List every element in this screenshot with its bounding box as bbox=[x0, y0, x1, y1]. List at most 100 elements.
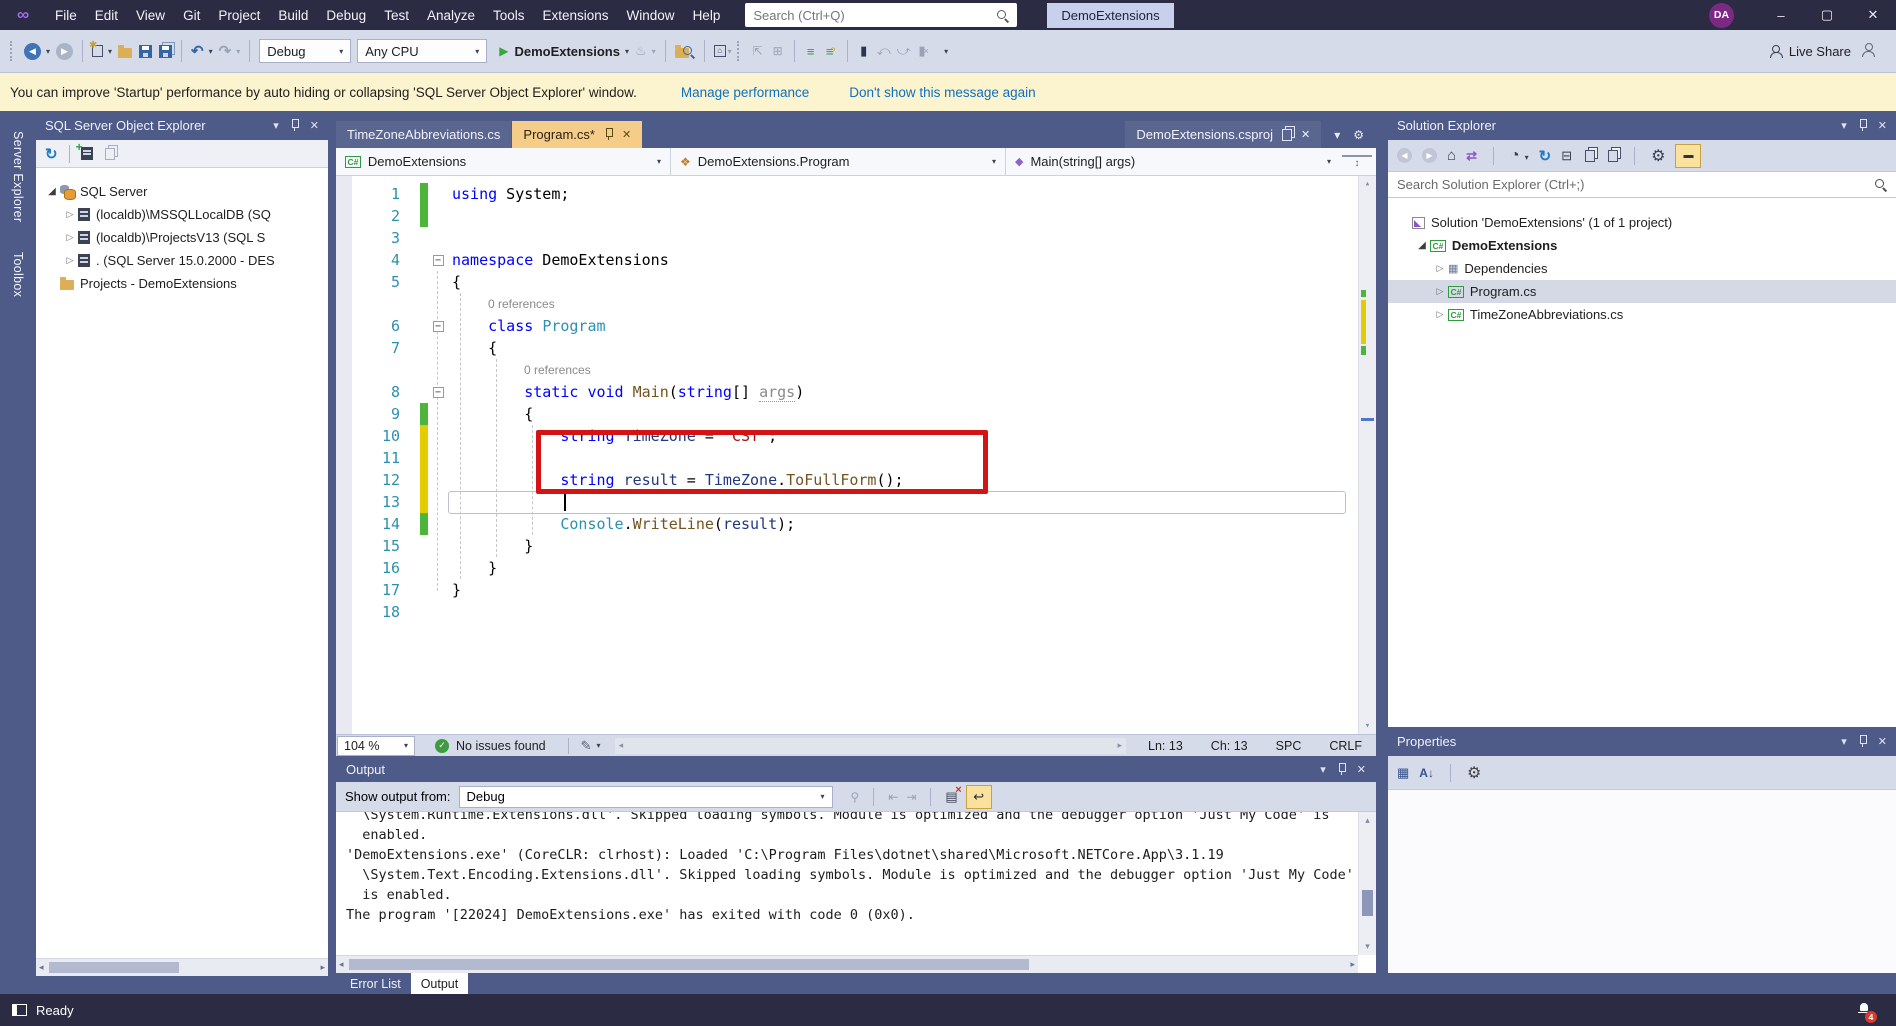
properties-wrench-icon[interactable]: ⚙ bbox=[1651, 146, 1665, 166]
line-number[interactable]: 14 bbox=[336, 513, 406, 535]
code-line-2[interactable]: 2 bbox=[336, 205, 1376, 227]
next-bookmark-button[interactable]: ⤻ bbox=[894, 38, 914, 64]
code-editor[interactable]: 1using System;234−namespace DemoExtensio… bbox=[336, 176, 1376, 734]
tab-list-dropdown-icon[interactable]: ▾ bbox=[1334, 128, 1340, 142]
undo-button[interactable]: ↶▾ bbox=[188, 38, 216, 64]
tab-timezoneabbreviations[interactable]: TimeZoneAbbreviations.cs bbox=[336, 121, 511, 148]
line-number[interactable] bbox=[336, 359, 406, 381]
document-health-indicator[interactable]: ✓ No issues found bbox=[435, 739, 546, 753]
window-position-menu-icon[interactable]: ▾ bbox=[1320, 763, 1326, 776]
properties-panel-header[interactable]: Properties ▾ ✕ bbox=[1388, 727, 1896, 756]
type-dropdown[interactable]: ❖ DemoExtensions.Program ▾ bbox=[671, 148, 1006, 175]
codelens-row[interactable]: 0 references bbox=[336, 359, 1376, 381]
add-sql-server-icon[interactable] bbox=[81, 147, 93, 160]
toolbar-options-button[interactable]: ▾ bbox=[934, 38, 954, 64]
expander-icon[interactable]: ▷ bbox=[1432, 286, 1448, 297]
start-debugging-button[interactable]: ▶DemoExtensions▾ bbox=[496, 38, 632, 64]
code-line-15[interactable]: 15 } bbox=[336, 535, 1376, 557]
live-share-button[interactable]: Live Share bbox=[1769, 44, 1851, 59]
code-line-6[interactable]: 6− class Program bbox=[336, 315, 1376, 337]
line-indicator[interactable]: Ln: 13 bbox=[1134, 739, 1197, 753]
menu-file[interactable]: File bbox=[46, 3, 86, 28]
fold-collapse-box[interactable]: − bbox=[428, 315, 448, 337]
toggle-word-wrap-icon[interactable]: ↩ bbox=[966, 785, 992, 809]
solution-explorer-search-input[interactable]: Search Solution Explorer (Ctrl+;) bbox=[1388, 172, 1896, 198]
line-number[interactable]: 12 bbox=[336, 469, 406, 491]
pin-tab-icon[interactable] bbox=[604, 128, 613, 141]
codelens-references-link[interactable]: 0 references bbox=[448, 359, 591, 381]
output-panel-header[interactable]: Output ▾ ✕ bbox=[336, 756, 1376, 782]
space-mode-indicator[interactable]: SPC bbox=[1262, 739, 1316, 753]
split-editor-handle[interactable]: ↕ bbox=[1342, 155, 1372, 169]
navigate-forward-button[interactable]: ▶ bbox=[53, 38, 76, 64]
output-vertical-scrollbar[interactable]: ▴ ▾ bbox=[1358, 812, 1376, 955]
increase-indent-button[interactable]: ≡? bbox=[821, 38, 841, 64]
code-line-18[interactable]: 18 bbox=[336, 601, 1376, 623]
window-position-menu-icon[interactable]: ▾ bbox=[1841, 119, 1847, 132]
expander-icon[interactable]: ◢ bbox=[44, 186, 60, 197]
open-file-button[interactable] bbox=[115, 38, 135, 64]
menu-extensions[interactable]: Extensions bbox=[534, 3, 618, 28]
column-indicator[interactable]: Ch: 13 bbox=[1197, 739, 1262, 753]
member-dropdown[interactable]: ◆ Main(string[] args) ▾ bbox=[1006, 148, 1340, 175]
switch-views-icon[interactable]: ⇄ bbox=[1466, 148, 1477, 164]
manage-performance-link[interactable]: Manage performance bbox=[681, 85, 809, 100]
line-number[interactable]: 11 bbox=[336, 447, 406, 469]
collapse-minus-icon[interactable]: − bbox=[433, 321, 444, 332]
fold-collapse-box[interactable]: − bbox=[428, 249, 448, 271]
window-position-menu-icon[interactable]: ▾ bbox=[273, 119, 279, 132]
solution-explorer-shortcut-button[interactable]: ⌂▾ bbox=[711, 38, 735, 64]
scrollbar-thumb[interactable] bbox=[49, 962, 179, 973]
line-number[interactable]: 9 bbox=[336, 403, 406, 425]
new-project-button[interactable]: ✱▾ bbox=[89, 38, 115, 64]
window-position-menu-icon[interactable]: ▾ bbox=[1841, 735, 1847, 748]
output-source-dropdown[interactable]: Debug ▾ bbox=[459, 786, 833, 808]
dismiss-message-link[interactable]: Don't show this message again bbox=[849, 85, 1035, 100]
zoom-level-dropdown[interactable]: 104 % ▾ bbox=[337, 736, 415, 756]
solution-configuration-dropdown[interactable]: Debug▾ bbox=[259, 39, 351, 63]
menu-window[interactable]: Window bbox=[618, 3, 684, 28]
properties-window-button[interactable]: ⇱ bbox=[748, 38, 768, 64]
editor-horizontal-scrollbar[interactable]: ◂ ▸ bbox=[615, 738, 1126, 754]
codelens-references-link[interactable]: 0 references bbox=[448, 293, 555, 315]
menu-project[interactable]: Project bbox=[209, 3, 269, 28]
code-line-7[interactable]: 7 { bbox=[336, 337, 1376, 359]
line-number[interactable]: 2 bbox=[336, 205, 406, 227]
line-number[interactable]: 7 bbox=[336, 337, 406, 359]
menu-help[interactable]: Help bbox=[684, 3, 730, 28]
pin-icon[interactable] bbox=[1858, 735, 1867, 748]
code-line-14[interactable]: 14 Console.WriteLine(result); bbox=[336, 513, 1376, 535]
line-number[interactable]: 5 bbox=[336, 271, 406, 293]
solution-explorer-header[interactable]: Solution Explorer ▾ ✕ bbox=[1388, 111, 1896, 140]
expander-icon[interactable]: ▷ bbox=[1432, 309, 1448, 320]
user-avatar[interactable]: DA bbox=[1709, 3, 1734, 28]
save-button[interactable] bbox=[135, 38, 155, 64]
scroll-right-arrow-icon[interactable]: ▸ bbox=[320, 962, 325, 973]
pin-icon[interactable] bbox=[1858, 119, 1867, 132]
editor-vertical-scrollbar[interactable]: ▴ ▾ bbox=[1358, 176, 1376, 734]
restore-button[interactable]: ▢ bbox=[1804, 0, 1850, 30]
object-browser-button[interactable]: ⊞ bbox=[768, 38, 788, 64]
categorized-view-icon[interactable]: ▦ bbox=[1397, 765, 1409, 781]
project-dropdown[interactable]: C# DemoExtensions ▾ bbox=[336, 148, 671, 175]
codelens-row[interactable]: 0 references bbox=[336, 293, 1376, 315]
menu-git[interactable]: Git bbox=[174, 3, 209, 28]
find-in-files-button[interactable] bbox=[672, 38, 698, 64]
line-number[interactable]: 15 bbox=[336, 535, 406, 557]
collapse-minus-icon[interactable]: − bbox=[433, 255, 444, 266]
show-all-files-icon[interactable] bbox=[1585, 150, 1595, 162]
line-number[interactable]: 4 bbox=[336, 249, 406, 271]
line-number[interactable]: 18 bbox=[336, 601, 406, 623]
expander-icon[interactable]: ◢ bbox=[1414, 240, 1430, 251]
line-number[interactable]: 1 bbox=[336, 183, 406, 205]
close-tab-icon[interactable]: ✕ bbox=[1301, 128, 1310, 141]
hot-reload-button[interactable]: ♨▾ bbox=[632, 38, 659, 64]
refresh-icon[interactable]: ↻ bbox=[45, 145, 58, 163]
tree-item-program-cs[interactable]: ▷C#Program.cs bbox=[1388, 280, 1896, 303]
scroll-up-arrow-icon[interactable]: ▴ bbox=[1359, 179, 1376, 189]
notifications-button[interactable]: 4 bbox=[1857, 1002, 1870, 1018]
fold-collapse-box[interactable]: − bbox=[428, 381, 448, 403]
scroll-right-arrow-icon[interactable]: ▸ bbox=[1350, 959, 1355, 970]
redo-button[interactable]: ↷▾ bbox=[216, 38, 244, 64]
feedback-button[interactable] bbox=[1861, 43, 1874, 59]
